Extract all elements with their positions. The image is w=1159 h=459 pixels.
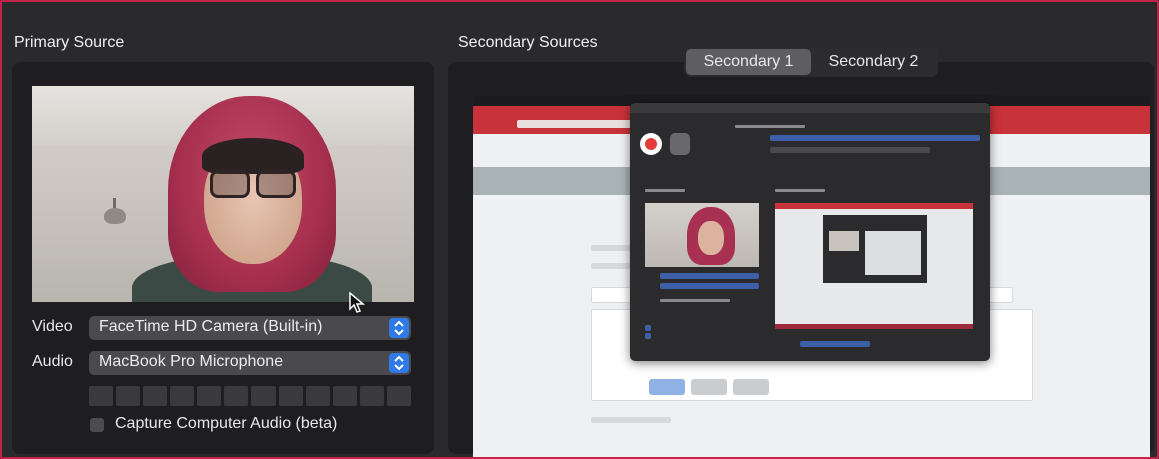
capture-audio-label[interactable]: Capture Computer Audio (beta) [115, 415, 337, 433]
tab-secondary-1[interactable]: Secondary 1 [686, 49, 811, 75]
primary-source-heading: Primary Source [14, 34, 125, 51]
camera-preview [32, 86, 414, 302]
record-icon [640, 133, 662, 155]
tab-secondary-2[interactable]: Secondary 2 [811, 49, 936, 75]
mouse-cursor-icon [349, 292, 366, 313]
capture-audio-checkbox[interactable] [90, 418, 104, 432]
audio-select[interactable]: MacBook Pro Microphone [89, 351, 411, 375]
primary-source-panel: Video FaceTime HD Camera (Built-in) Audi… [12, 62, 434, 454]
video-select[interactable]: FaceTime HD Camera (Built-in) [89, 316, 411, 340]
audio-select-value: MacBook Pro Microphone [99, 353, 284, 370]
pause-icon [670, 133, 690, 155]
video-select-value: FaceTime HD Camera (Built-in) [99, 318, 323, 335]
nested-recorder-window [630, 103, 990, 361]
secondary-tabs: Secondary 1 Secondary 2 [684, 47, 938, 77]
secondary-screen-preview [473, 95, 1150, 457]
audio-level-meter [89, 386, 411, 406]
video-label: Video [32, 318, 73, 335]
secondary-sources-heading: Secondary Sources [458, 34, 598, 51]
chevron-updown-icon[interactable] [389, 353, 409, 373]
chevron-updown-icon[interactable] [389, 318, 409, 338]
lamp-icon [104, 208, 126, 224]
audio-label: Audio [32, 353, 73, 370]
